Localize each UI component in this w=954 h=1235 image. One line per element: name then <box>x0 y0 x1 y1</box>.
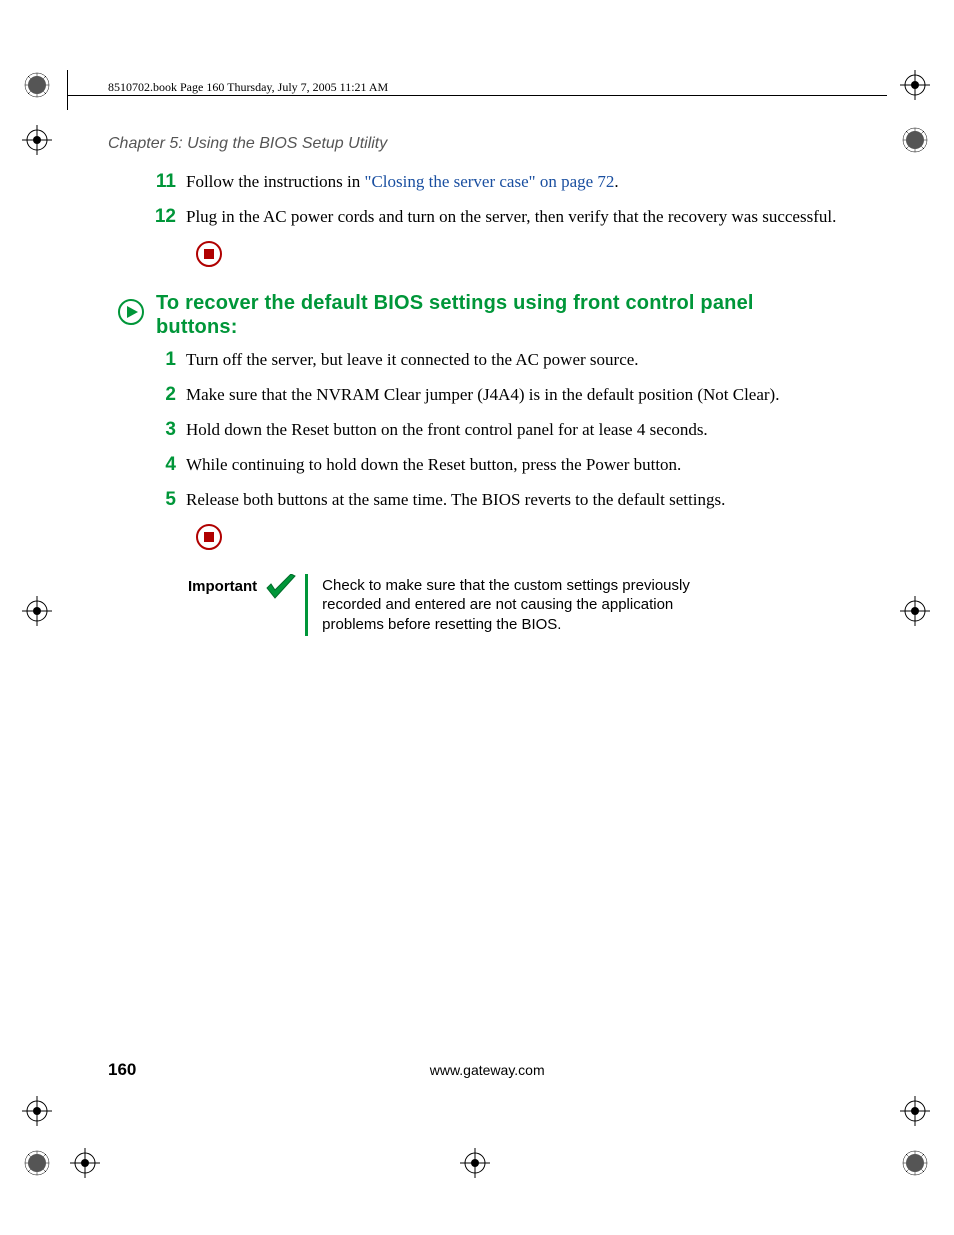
list-item: 3 Hold down the Reset button on the front… <box>148 419 838 442</box>
end-procedure-icon <box>196 241 838 267</box>
reg-mark-icon <box>22 70 52 100</box>
step-number: 4 <box>148 454 176 476</box>
step-number: 12 <box>148 206 176 228</box>
procedure-steps: 1 Turn off the server, but leave it conne… <box>108 349 838 512</box>
list-item: 12 Plug in the AC power cords and turn o… <box>148 206 838 229</box>
step-number: 11 <box>148 171 176 193</box>
list-item: 4 While continuing to hold down the Reset… <box>148 454 838 477</box>
reg-mark-icon <box>900 125 930 155</box>
list-item: 11 Follow the instructions in "Closing t… <box>148 171 838 194</box>
file-header: 8510702.book Page 160 Thursday, July 7, … <box>108 80 388 95</box>
chapter-title: Chapter 5: Using the BIOS Setup Utility <box>108 135 838 153</box>
important-label: Important <box>188 574 257 595</box>
procedure-heading: To recover the default BIOS settings usi… <box>156 291 838 339</box>
reg-mark-icon <box>900 1148 930 1178</box>
reg-mark-icon <box>22 596 52 626</box>
reg-mark-icon <box>70 1148 100 1178</box>
play-icon <box>118 299 144 330</box>
end-procedure-icon <box>196 524 838 550</box>
reg-mark-icon <box>22 125 52 155</box>
step-text: Plug in the AC power cords and turn on t… <box>186 206 836 229</box>
important-text: Check to make sure that the custom setti… <box>322 574 732 637</box>
list-item: 5 Release both buttons at the same time. … <box>148 489 838 512</box>
callout-divider <box>305 574 308 637</box>
step-text: Turn off the server, but leave it connec… <box>186 349 639 372</box>
list-item: 1 Turn off the server, but leave it conne… <box>148 349 838 372</box>
step-number: 1 <box>148 349 176 371</box>
step-text: Make sure that the NVRAM Clear jumper (J… <box>186 384 779 407</box>
list-item: 2 Make sure that the NVRAM Clear jumper (… <box>148 384 838 407</box>
step-number: 3 <box>148 419 176 441</box>
reg-mark-icon <box>900 596 930 626</box>
step-text: While continuing to hold down the Reset … <box>186 454 681 477</box>
step-number: 5 <box>148 489 176 511</box>
continuation-steps: 11 Follow the instructions in "Closing t… <box>108 171 838 229</box>
footer-url: www.gateway.com <box>430 1062 545 1078</box>
page-number: 160 <box>108 1060 136 1080</box>
reg-mark-icon <box>460 1148 490 1178</box>
reg-mark-icon <box>900 1096 930 1126</box>
cross-reference-link[interactable]: "Closing the server case" on page 72 <box>365 172 615 191</box>
reg-mark-icon <box>22 1096 52 1126</box>
checkmark-icon <box>265 574 297 609</box>
step-text: Hold down the Reset button on the front … <box>186 419 708 442</box>
important-callout: Important Check to make sure that the cu… <box>188 574 838 637</box>
reg-mark-icon <box>900 70 930 100</box>
reg-mark-icon <box>22 1148 52 1178</box>
step-number: 2 <box>148 384 176 406</box>
step-text: Release both buttons at the same time. T… <box>186 489 725 512</box>
step-text: Follow the instructions in "Closing the … <box>186 171 619 194</box>
